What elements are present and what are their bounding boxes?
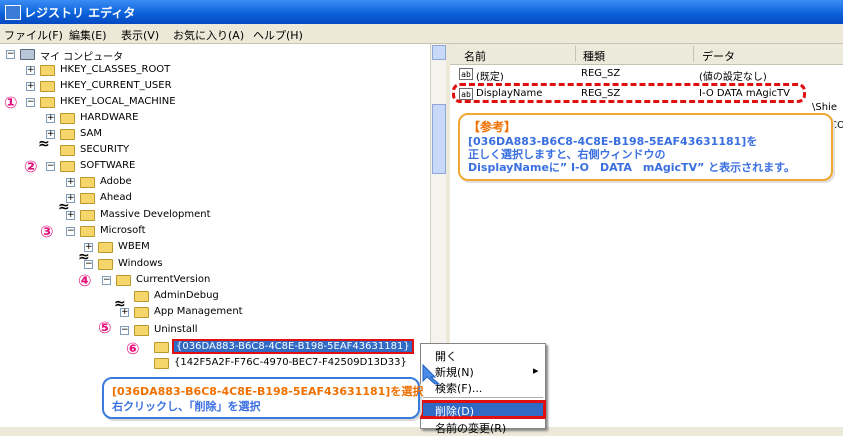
folder-icon	[80, 210, 95, 221]
folder-icon	[80, 177, 95, 188]
tree-node-label[interactable]: HARDWARE	[80, 112, 138, 123]
menu-item-open[interactable]: 開く	[421, 346, 545, 363]
tree-node-label[interactable]: WBEM	[118, 241, 150, 252]
menu-bar: ファイル(F) 編集(E) 表示(V) お気に入り(A) ヘルプ(H)	[0, 24, 843, 44]
column-header: 名前 種類 データ	[450, 44, 843, 65]
scroll-thumb[interactable]	[432, 104, 446, 174]
menu-file[interactable]: ファイル(F)	[4, 27, 63, 43]
tree-node-label[interactable]: {036DA883-B6C8-4C8E-B198-5EAF43631181}	[172, 339, 414, 354]
tree-node-label[interactable]: Microsoft	[100, 225, 146, 236]
partial-text: \Shie	[812, 102, 837, 113]
tree-node-label[interactable]: HKEY_LOCAL_MACHINE	[60, 96, 176, 107]
expand-icon[interactable]: +	[26, 66, 35, 75]
folder-icon	[40, 97, 55, 108]
tree-node-label[interactable]: Ahead	[100, 192, 132, 203]
instruction-line: [036DA883-B6C8-4C8E-B198-5EAF43631181]を選…	[112, 385, 424, 398]
gap-squiggle: ≈	[58, 199, 70, 215]
folder-icon	[80, 193, 95, 204]
menu-help[interactable]: ヘルプ(H)	[253, 27, 303, 43]
value-name: (既定)	[476, 72, 504, 83]
reference-note: 【参考】 [036DA883-B6C8-4C8E-B198-5EAF436311…	[458, 113, 833, 181]
title-bar: レジストリ エディタ	[0, 0, 843, 24]
gap-squiggle: ≈	[38, 136, 50, 152]
column-divider[interactable]	[575, 46, 576, 62]
folder-icon	[60, 129, 75, 140]
instruction-line: 右クリックし、「削除」を選択	[112, 400, 261, 413]
col-data-header[interactable]: データ	[702, 48, 735, 64]
value-type: REG_SZ	[581, 68, 621, 79]
folder-icon	[134, 307, 149, 318]
scroll-up-button[interactable]	[432, 45, 446, 60]
expand-icon[interactable]: +	[26, 82, 35, 91]
menu-view[interactable]: 表示(V)	[121, 27, 159, 43]
expand-icon[interactable]: +	[46, 114, 55, 123]
tree-node-label[interactable]: Massive Development	[100, 209, 211, 220]
tree-node-label[interactable]: HKEY_CURRENT_USER	[60, 80, 172, 91]
folder-icon	[134, 325, 149, 336]
step-marker-1: ①	[4, 93, 18, 112]
regedit-icon	[5, 5, 21, 20]
collapse-icon[interactable]: −	[46, 162, 55, 171]
step-marker-6: ⑥	[126, 339, 140, 358]
tree-node-label[interactable]: Adobe	[100, 176, 132, 187]
folder-icon	[98, 242, 113, 253]
collapse-icon[interactable]: −	[102, 276, 111, 285]
folder-icon	[40, 81, 55, 92]
folder-icon	[116, 275, 131, 286]
value-row-default[interactable]: ab (既定) REG_SZ (値の設定なし)	[450, 66, 843, 83]
menu-favorites[interactable]: お気に入り(A)	[173, 27, 244, 43]
tree-node-label[interactable]: {142F5A2F-F76C-4970-BEC7-F42509D13D33}	[174, 357, 407, 368]
menu-item-label: 名前の変更(R)	[435, 422, 507, 435]
gap-squiggle: ≈	[114, 296, 126, 312]
instruction-note: [036DA883-B6C8-4C8E-B198-5EAF43631181]を選…	[102, 377, 424, 419]
tree-node-label[interactable]: AdminDebug	[154, 290, 219, 301]
menu-edit[interactable]: 編集(E)	[69, 27, 107, 43]
collapse-icon[interactable]: −	[6, 50, 15, 59]
folder-icon	[60, 113, 75, 124]
folder-icon	[40, 65, 55, 76]
menu-item-label: 削除(D)	[435, 405, 475, 418]
value-data: (値の設定なし)	[699, 72, 767, 83]
collapse-icon[interactable]: −	[26, 98, 35, 107]
displayname-highlight	[452, 83, 806, 103]
note-line: DisplayNameに” I-O DATA mAgicTV” と表示されます。	[468, 161, 796, 174]
step-marker-3: ③	[40, 222, 54, 241]
column-divider[interactable]	[693, 46, 694, 62]
step-marker-5: ⑤	[98, 318, 112, 337]
tree-node-label[interactable]: SOFTWARE	[80, 160, 135, 171]
menu-separator	[423, 397, 543, 398]
tree-node-label[interactable]: SAM	[80, 128, 102, 139]
step-marker-2: ②	[24, 157, 38, 176]
collapse-icon[interactable]: −	[66, 227, 75, 236]
window-title: レジストリ エディタ	[24, 6, 136, 20]
tree-node-label[interactable]: SECURITY	[80, 144, 129, 155]
folder-icon	[154, 358, 169, 369]
step-marker-4: ④	[78, 271, 92, 290]
gap-squiggle: ≈	[78, 249, 90, 265]
folder-icon	[98, 259, 113, 270]
folder-icon	[60, 161, 75, 172]
folder-icon	[80, 226, 95, 237]
submenu-arrow-icon: ▸	[533, 364, 539, 377]
tree-node-label[interactable]: Uninstall	[154, 324, 198, 335]
folder-icon	[134, 291, 149, 302]
col-name-header[interactable]: 名前	[464, 48, 486, 64]
tree-node-label[interactable]: CurrentVersion	[136, 274, 210, 285]
tree-node-label[interactable]: HKEY_CLASSES_ROOT	[60, 64, 170, 75]
col-type-header[interactable]: 種類	[583, 48, 605, 64]
registry-tree[interactable]: − マイ コンピュータ + HKEY_CLASSES_ROOT + HKEY_C…	[0, 44, 430, 427]
folder-open-icon	[154, 342, 169, 353]
tree-node-label[interactable]: マイ コンピュータ	[40, 48, 123, 63]
folder-icon	[60, 145, 75, 156]
context-menu: 開く 新規(N) ▸ 検索(F)... 削除(D) 名前の変更(R)	[420, 343, 546, 435]
computer-icon	[20, 49, 35, 60]
pointer-arrow-icon	[422, 363, 441, 385]
tree-node-label[interactable]: App Management	[154, 306, 243, 317]
string-value-icon: ab	[459, 68, 473, 80]
expand-icon[interactable]: +	[66, 178, 75, 187]
tree-node-label[interactable]: Windows	[118, 258, 163, 269]
menu-item-delete[interactable]: 削除(D)	[420, 400, 546, 419]
collapse-icon[interactable]: −	[120, 326, 129, 335]
